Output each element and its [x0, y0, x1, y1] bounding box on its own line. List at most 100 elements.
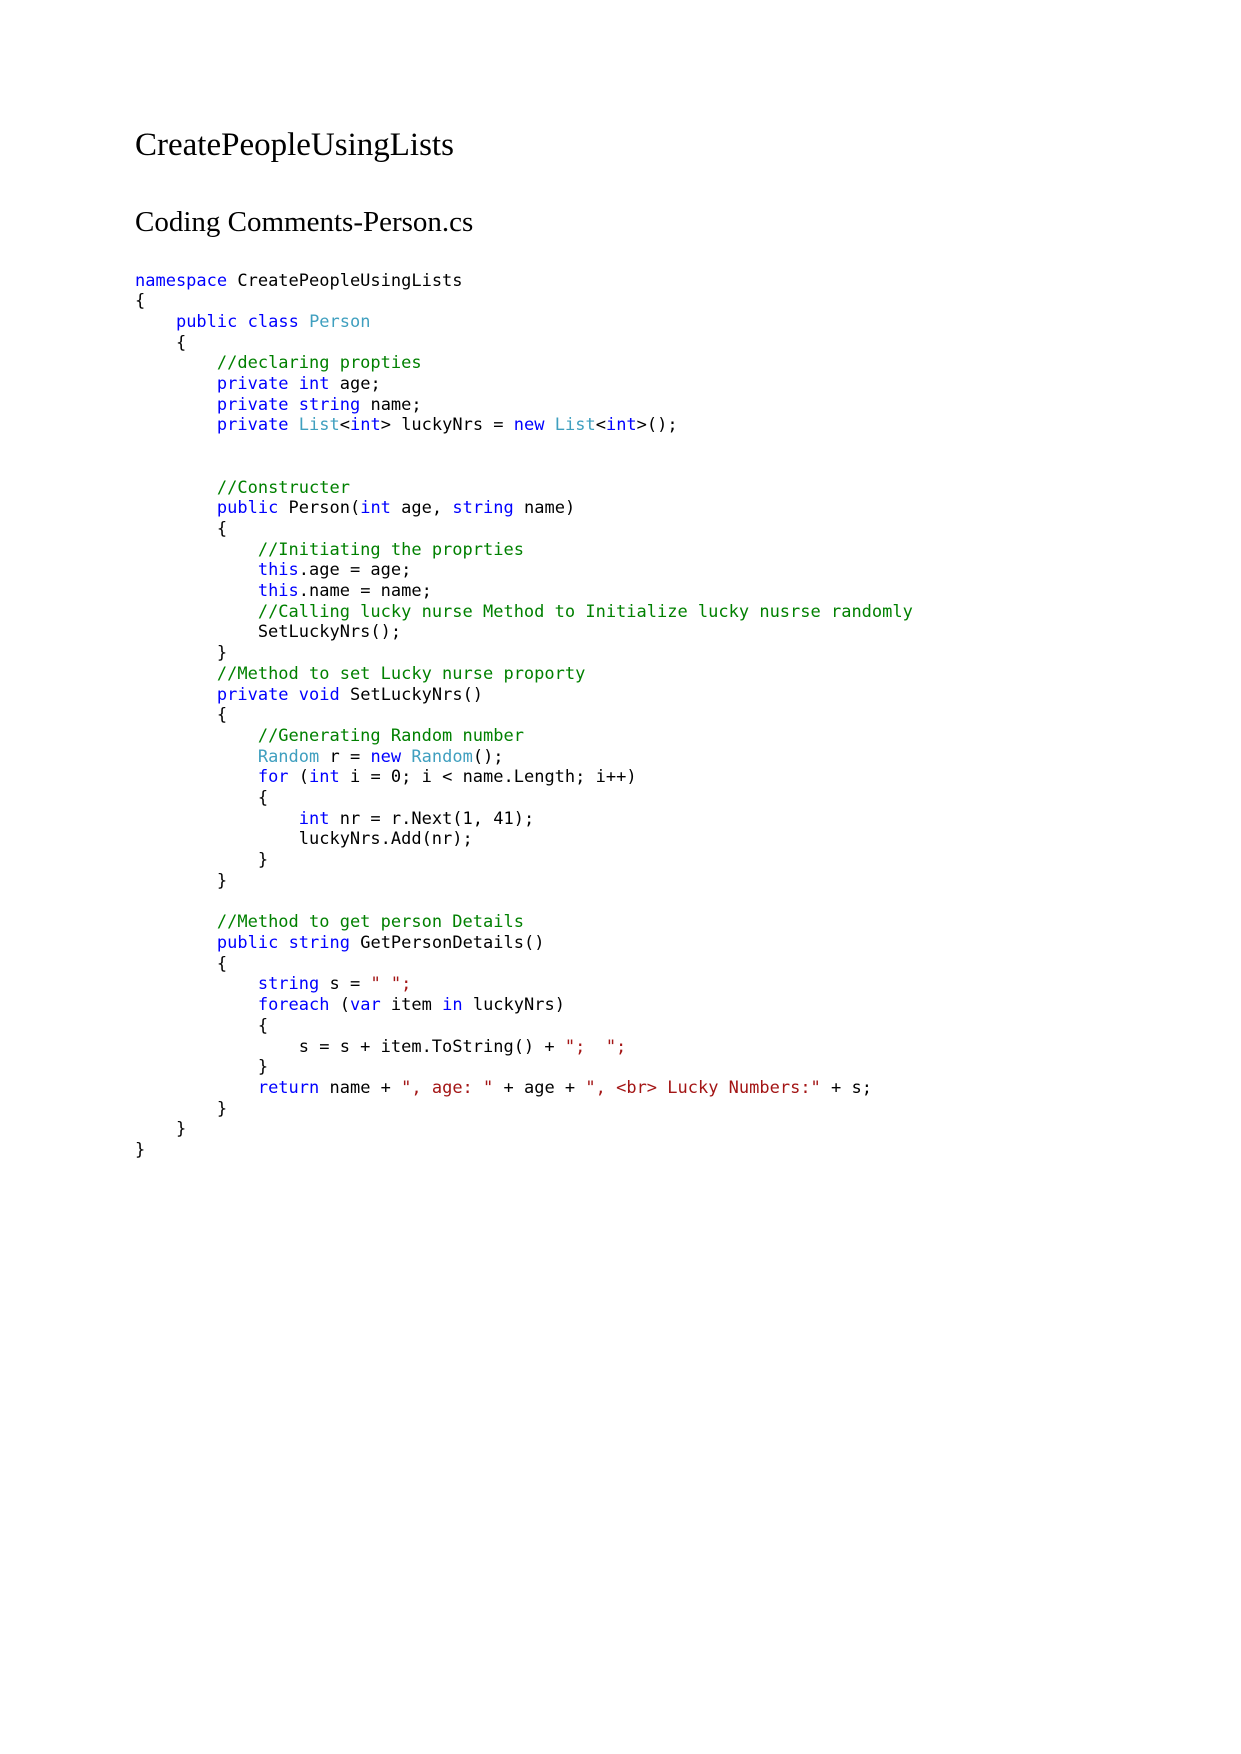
code-token-pln: {: [135, 705, 228, 726]
code-line: string s = " ";: [135, 974, 1115, 995]
code-token-pln: item: [380, 995, 443, 1016]
code-token-pln: luckyNrs): [462, 995, 565, 1016]
code-token-pln: (: [288, 767, 310, 788]
code-token-pln: age;: [329, 374, 381, 395]
code-line: this.age = age;: [135, 560, 1115, 581]
code-token-str: " ";: [370, 974, 412, 995]
code-token-pln: [135, 809, 299, 829]
code-token-kw: int: [350, 415, 381, 436]
code-token-pln: [135, 974, 258, 994]
code-token-pln: name +: [319, 1077, 402, 1098]
code-token-cmt: //declaring propties: [216, 353, 422, 374]
code-token-kw: class: [247, 311, 299, 332]
code-token-pln: <: [339, 415, 350, 436]
code-token-kw: void: [298, 684, 340, 705]
code-token-pln: [289, 415, 299, 435]
code-token-pln: [278, 933, 288, 953]
code-token-pln: }: [135, 643, 228, 664]
code-token-pln: [135, 353, 217, 373]
code-line: {: [135, 333, 1115, 354]
code-line: //declaring propties: [135, 353, 1115, 374]
code-line: {: [135, 705, 1115, 726]
code-token-pln: }: [135, 870, 228, 891]
code-line: {: [135, 291, 1115, 312]
code-token-pln: [135, 767, 258, 787]
code-token-pln: [401, 747, 411, 767]
code-token-str: ", <br> Lucky Numbers:": [585, 1077, 821, 1098]
code-token-pln: >();: [636, 415, 678, 436]
code-token-pln: {: [135, 788, 269, 809]
code-token-pln: r =: [319, 746, 371, 767]
code-token-kw: namespace: [135, 270, 228, 291]
code-token-pln: name;: [360, 394, 422, 415]
code-line: }: [135, 643, 1115, 664]
code-token-kw: private: [216, 374, 289, 395]
code-token-pln: + s;: [820, 1077, 872, 1098]
code-line: private string name;: [135, 395, 1115, 416]
code-line: for (int i = 0; i < name.Length; i++): [135, 767, 1115, 788]
code-token-cmt: //Initiating the proprties: [257, 539, 524, 560]
code-token-cmt: //Method to get person Details: [216, 912, 524, 933]
code-token-cmt: //Constructer: [216, 477, 350, 498]
code-token-kw: string: [298, 394, 361, 415]
code-token-pln: > luckyNrs =: [380, 415, 514, 436]
code-line: SetLuckyNrs();: [135, 622, 1115, 643]
code-token-kw: this: [257, 560, 299, 581]
code-token-kw: return: [257, 1077, 320, 1098]
code-line: namespace CreatePeopleUsingLists: [135, 271, 1115, 292]
code-token-pln: .age = age;: [298, 560, 412, 581]
code-token-kw: private: [216, 415, 289, 436]
code-line: }: [135, 1099, 1115, 1120]
code-token-pln: }: [135, 1119, 187, 1140]
code-token-pln: [135, 312, 176, 332]
code-line: {: [135, 1016, 1115, 1037]
code-block: namespace CreatePeopleUsingLists{ public…: [135, 271, 1115, 1161]
code-token-pln: CreatePeopleUsingLists: [227, 270, 463, 291]
code-line: Random r = new Random();: [135, 747, 1115, 768]
code-token-pln: }: [135, 850, 269, 871]
code-line: public Person(int age, string name): [135, 498, 1115, 519]
page-title: CreatePeopleUsingLists: [135, 127, 454, 163]
code-token-pln: [135, 726, 258, 746]
code-token-kw: in: [442, 995, 463, 1016]
code-token-pln: [289, 685, 299, 705]
code-line: //Initiating the proprties: [135, 540, 1115, 561]
code-line: public class Person: [135, 312, 1115, 333]
code-token-pln: }: [135, 1057, 269, 1078]
code-token-kw: int: [605, 415, 637, 436]
code-token-typ: List: [554, 415, 596, 436]
code-line: }: [135, 1057, 1115, 1078]
code-token-kw: int: [360, 498, 391, 519]
code-token-pln: {: [135, 1015, 269, 1036]
code-line: this.name = name;: [135, 581, 1115, 602]
code-token-pln: [299, 312, 309, 332]
code-token-kw: public: [175, 311, 238, 332]
code-token-pln: ();: [472, 746, 504, 767]
code-token-str: "; ";: [564, 1036, 627, 1057]
code-token-pln: i = 0; i < name.Length; i++): [339, 767, 637, 788]
code-line: }: [135, 1140, 1115, 1161]
code-token-kw: public: [216, 933, 279, 953]
code-token-pln: [135, 395, 217, 415]
code-token-typ: Random: [411, 746, 473, 767]
code-token-pln: }: [135, 1098, 228, 1119]
code-token-pln: [545, 415, 555, 435]
code-token-typ: List: [298, 415, 340, 436]
code-token-pln: Person(: [278, 498, 361, 519]
page-subtitle: Coding Comments-Person.cs: [135, 206, 474, 239]
code-line: }: [135, 1119, 1115, 1140]
code-token-pln: name): [513, 498, 576, 519]
code-token-kw: int: [298, 374, 330, 395]
code-token-pln: [289, 374, 299, 394]
code-line: private void SetLuckyNrs(): [135, 685, 1115, 706]
code-token-pln: [135, 540, 258, 560]
code-token-pln: [135, 747, 258, 767]
code-token-kw: for: [257, 767, 289, 788]
code-token-pln: nr = r.Next(1, 41);: [329, 808, 535, 829]
code-token-kw: private: [216, 684, 289, 705]
code-token-pln: {: [135, 332, 187, 353]
code-token-pln: age,: [390, 498, 453, 519]
